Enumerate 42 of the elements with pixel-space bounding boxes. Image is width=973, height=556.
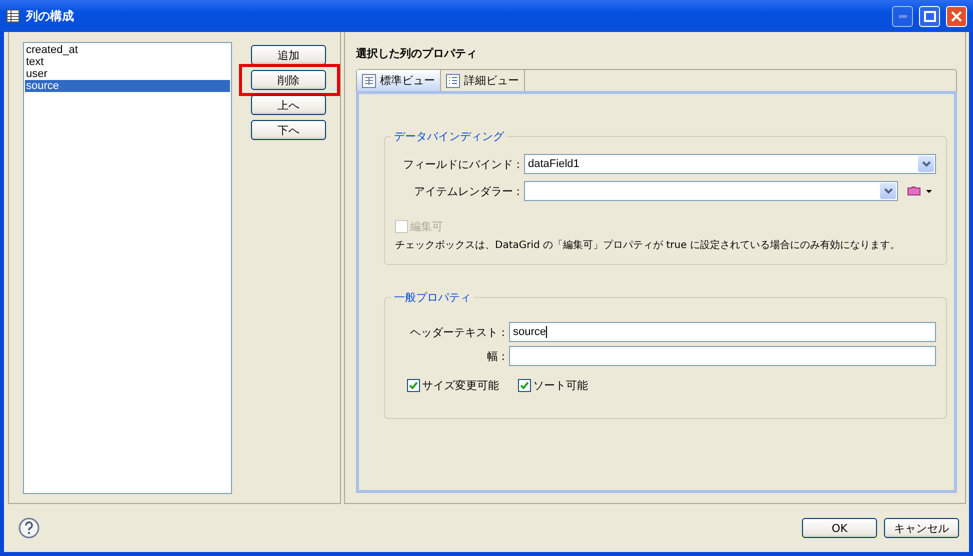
tab[interactable]: 標準ビュー (357, 70, 441, 91)
window-title: 列の構成 (26, 8, 75, 24)
close-button[interactable] (946, 6, 967, 26)
minimize-icon (898, 14, 906, 18)
help-text: チェックボックスは、DataGrid の「編集可」プロパティが true に設定されている場合にのみ有効になります。 (395, 238, 901, 252)
tab[interactable]: 詳細ビュー (441, 70, 525, 91)
help-icon[interactable] (18, 517, 40, 539)
list-item[interactable]: user (25, 68, 230, 80)
checkbox[interactable]: ソート可能 (518, 378, 588, 393)
maximize-button[interactable] (919, 6, 940, 26)
dialog-button[interactable]: キャンセル (884, 518, 959, 538)
width-field[interactable] (509, 346, 936, 366)
checkbox[interactable]: サイズ変更可能 (407, 378, 499, 393)
field-label: フィールドにバインド : (402, 156, 521, 172)
grid-icon (362, 74, 376, 88)
panel-title: 選択した列のプロパティ (356, 46, 478, 62)
list-button[interactable]: 上へ (251, 95, 326, 115)
dialog-button[interactable]: OK (802, 518, 877, 538)
chevron-down-icon (884, 188, 892, 194)
folder-dropdown-icon[interactable] (907, 186, 935, 196)
field-label: 幅 : (486, 348, 506, 364)
minimize-button[interactable] (892, 6, 913, 26)
field-label: ヘッダーテキスト : (408, 324, 506, 340)
renderer-dropdown[interactable] (524, 181, 898, 201)
list-button[interactable]: 下へ (251, 120, 326, 140)
list-button[interactable]: 追加 (251, 45, 326, 65)
group-title: 一般プロパティ (393, 290, 472, 305)
list-item[interactable]: created_at (25, 44, 230, 56)
check-icon (520, 381, 529, 390)
group-title: データバインディング (393, 129, 506, 144)
maximize-icon (924, 10, 936, 22)
chevron-down-icon (922, 161, 930, 167)
field-label: アイテムレンダラー : (412, 184, 521, 198)
table-icon (6, 9, 20, 23)
list-button[interactable]: 削除 (251, 70, 326, 90)
bind-field-dropdown[interactable]: dataField1 (524, 154, 936, 174)
list-icon (446, 74, 460, 88)
header-text-field[interactable]: source (509, 322, 936, 342)
list-item[interactable]: source (25, 80, 230, 92)
list-item[interactable]: text (25, 56, 230, 68)
check-icon (409, 381, 418, 390)
close-icon (951, 10, 962, 22)
